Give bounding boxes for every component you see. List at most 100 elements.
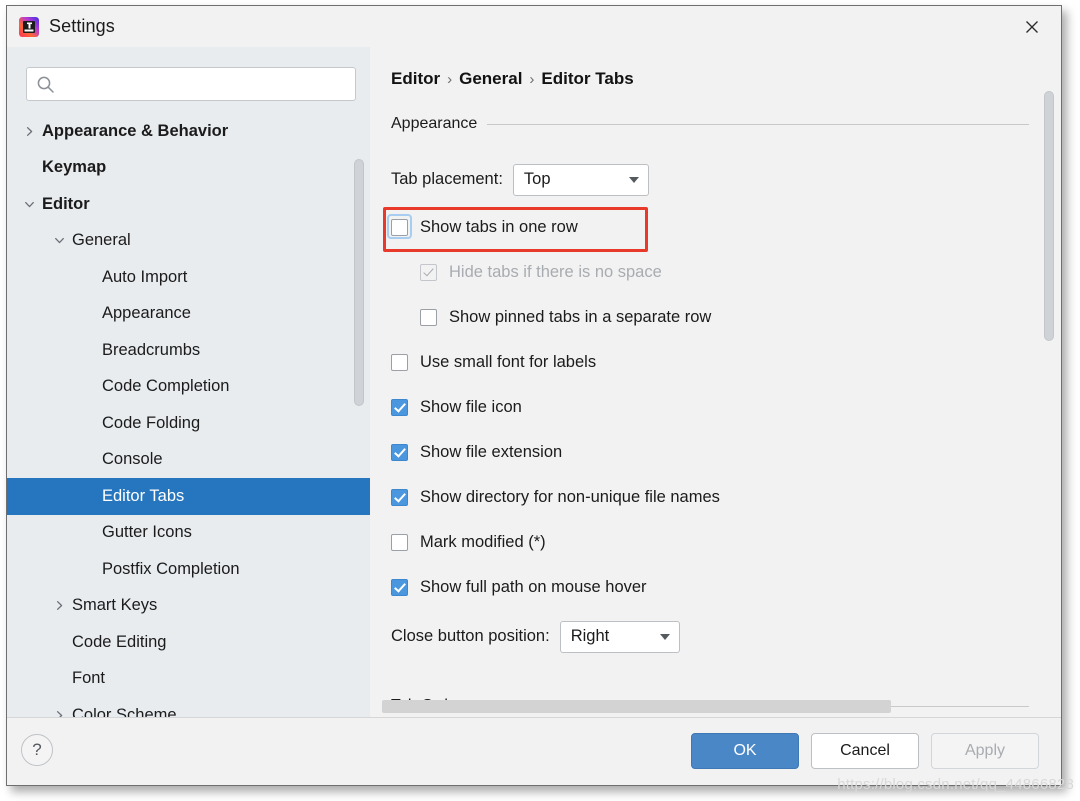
chevron-down-icon[interactable]	[21, 196, 37, 212]
close-icon[interactable]	[1015, 14, 1049, 40]
chevron-down-icon	[628, 176, 639, 183]
sidebar-item-label: Auto Import	[102, 267, 188, 286]
checkbox-row-mark-modified[interactable]: Mark modified (*)	[391, 520, 1041, 565]
checkbox-unchecked-icon[interactable]	[391, 534, 408, 551]
sidebar-item-label: Code Folding	[102, 413, 201, 432]
search-box[interactable]	[26, 67, 356, 102]
chevron-right-icon[interactable]	[21, 123, 37, 139]
checkbox-label: Show pinned tabs in a separate row	[449, 308, 712, 326]
sidebar-item-label: Appearance	[102, 304, 191, 323]
checkbox-control: Show pinned tabs in a separate row	[420, 308, 711, 327]
breadcrumb-item-general[interactable]: General	[459, 69, 522, 89]
sidebar-item-label: Code Editing	[72, 632, 167, 651]
checkbox-checked-icon[interactable]	[391, 399, 408, 416]
chevron-right-icon[interactable]	[51, 598, 67, 614]
checkbox-label: Show file extension	[420, 443, 563, 461]
apply-button: Apply	[931, 733, 1039, 769]
sidebar-item-appearance[interactable]: Appearance	[7, 296, 370, 333]
sidebar-item-font[interactable]: Font	[7, 661, 370, 698]
sidebar-item-label: Console	[102, 450, 163, 469]
content-hscrollbar-thumb[interactable]	[382, 700, 891, 713]
screenshot-root: Settings Appearance & Behavior Keymap Ed…	[0, 0, 1080, 801]
checkbox-row-show-file-icon[interactable]: Show file icon	[391, 385, 1041, 430]
checkbox-label: Use small font for labels	[420, 353, 597, 371]
checkbox-control: Show directory for non-unique file names	[391, 488, 720, 507]
chevron-right-icon[interactable]	[51, 707, 67, 717]
breadcrumb-item-editor[interactable]: Editor	[391, 69, 440, 89]
sidebar-item-postfix-completion[interactable]: Postfix Completion	[7, 551, 370, 588]
sidebar-item-label: Code Completion	[102, 377, 230, 396]
checkbox-label: Mark modified (*)	[420, 533, 546, 551]
checkbox-unchecked-icon[interactable]	[420, 309, 437, 326]
settings-dialog: Settings Appearance & Behavior Keymap Ed…	[6, 5, 1062, 786]
checkbox-row-show-file-extension[interactable]: Show file extension	[391, 430, 1041, 475]
sidebar-item-code-editing[interactable]: Code Editing	[7, 624, 370, 661]
chevron-down-icon[interactable]	[51, 233, 67, 249]
search-input[interactable]	[63, 68, 349, 102]
checkbox-row-use-small-font-for-labels[interactable]: Use small font for labels	[391, 340, 1041, 385]
sidebar-item-keymap[interactable]: Keymap	[7, 150, 370, 187]
sidebar-item-label: Breadcrumbs	[102, 340, 201, 359]
cancel-button[interactable]: Cancel	[811, 733, 919, 769]
checkbox-row-show-directory-for-non-unique-file-names[interactable]: Show directory for non-unique file names	[391, 475, 1041, 520]
sidebar-item-color-scheme[interactable]: Color Scheme	[7, 697, 370, 717]
sidebar-item-general[interactable]: General	[7, 223, 370, 260]
sidebar-item-code-folding[interactable]: Code Folding	[7, 405, 370, 442]
checkbox-label: Hide tabs if there is no space	[449, 263, 662, 281]
tab-placement-row: Tab placement: Top	[391, 157, 649, 202]
close-button-position-select[interactable]: Right	[559, 620, 680, 653]
chevron-down-icon	[659, 633, 670, 640]
content-scrollbar[interactable]	[1044, 91, 1054, 691]
checkbox-checked-icon	[420, 264, 437, 281]
checkbox-checked-icon[interactable]	[391, 444, 408, 461]
checkbox-row-show-tabs-in-one-row[interactable]: Show tabs in one row	[383, 205, 1041, 252]
sidebar-item-editor[interactable]: Editor	[7, 186, 370, 223]
chevron-right-icon: ›	[529, 71, 535, 88]
checkbox-label: Show directory for non-unique file names	[420, 488, 720, 506]
content-scrollbar-thumb[interactable]	[1044, 91, 1054, 341]
sidebar-item-console[interactable]: Console	[7, 442, 370, 479]
sidebar-scrollbar[interactable]	[354, 123, 364, 715]
help-button[interactable]: ?	[21, 734, 53, 766]
checkbox-label: Show full path on mouse hover	[420, 578, 647, 596]
sidebar-item-appearance-behavior[interactable]: Appearance & Behavior	[7, 113, 370, 150]
checkbox-control: Hide tabs if there is no space	[420, 263, 662, 282]
tab-placement-label: Tab placement:	[391, 170, 503, 188]
sidebar-item-label: Gutter Icons	[102, 523, 192, 542]
checkbox-control: Show file icon	[391, 398, 522, 417]
sidebar-item-auto-import[interactable]: Auto Import	[7, 259, 370, 296]
appearance-group-title: Appearance	[391, 115, 478, 132]
search-icon	[36, 75, 55, 99]
checkbox-label: Show tabs in one row	[420, 218, 578, 236]
tab-placement-select[interactable]: Top	[512, 163, 649, 196]
checkbox-control: Show tabs in one row	[387, 214, 578, 239]
sidebar-item-smart-keys[interactable]: Smart Keys	[7, 588, 370, 625]
checkbox-checked-icon[interactable]	[391, 579, 408, 596]
checkbox-unchecked-icon[interactable]	[391, 219, 408, 236]
chevron-right-icon: ›	[447, 71, 453, 88]
title-bar: Settings	[7, 6, 1061, 47]
sidebar-item-gutter-icons[interactable]: Gutter Icons	[7, 515, 370, 552]
checkbox-checked-icon[interactable]	[391, 489, 408, 506]
checkbox-unchecked-icon[interactable]	[391, 354, 408, 371]
sidebar-scrollbar-thumb[interactable]	[354, 159, 364, 406]
ok-button[interactable]: OK	[691, 733, 799, 769]
window-title: Settings	[49, 16, 115, 36]
content-hscrollbar[interactable]	[382, 700, 1043, 713]
checkbox-row-show-full-path-on-mouse-hover[interactable]: Show full path on mouse hover	[391, 565, 1041, 610]
settings-sidebar: Appearance & Behavior Keymap Editor General…	[7, 47, 370, 717]
sidebar-item-label: General	[72, 231, 131, 250]
sidebar-item-code-completion[interactable]: Code Completion	[7, 369, 370, 406]
checkbox-row-show-pinned-tabs-in-a-separate-row[interactable]: Show pinned tabs in a separate row	[391, 295, 1041, 340]
sidebar-item-breadcrumbs[interactable]: Breadcrumbs	[7, 332, 370, 369]
sidebar-item-editor-tabs[interactable]: Editor Tabs	[7, 478, 370, 515]
footer-button-group: OK Cancel Apply	[691, 733, 1039, 769]
